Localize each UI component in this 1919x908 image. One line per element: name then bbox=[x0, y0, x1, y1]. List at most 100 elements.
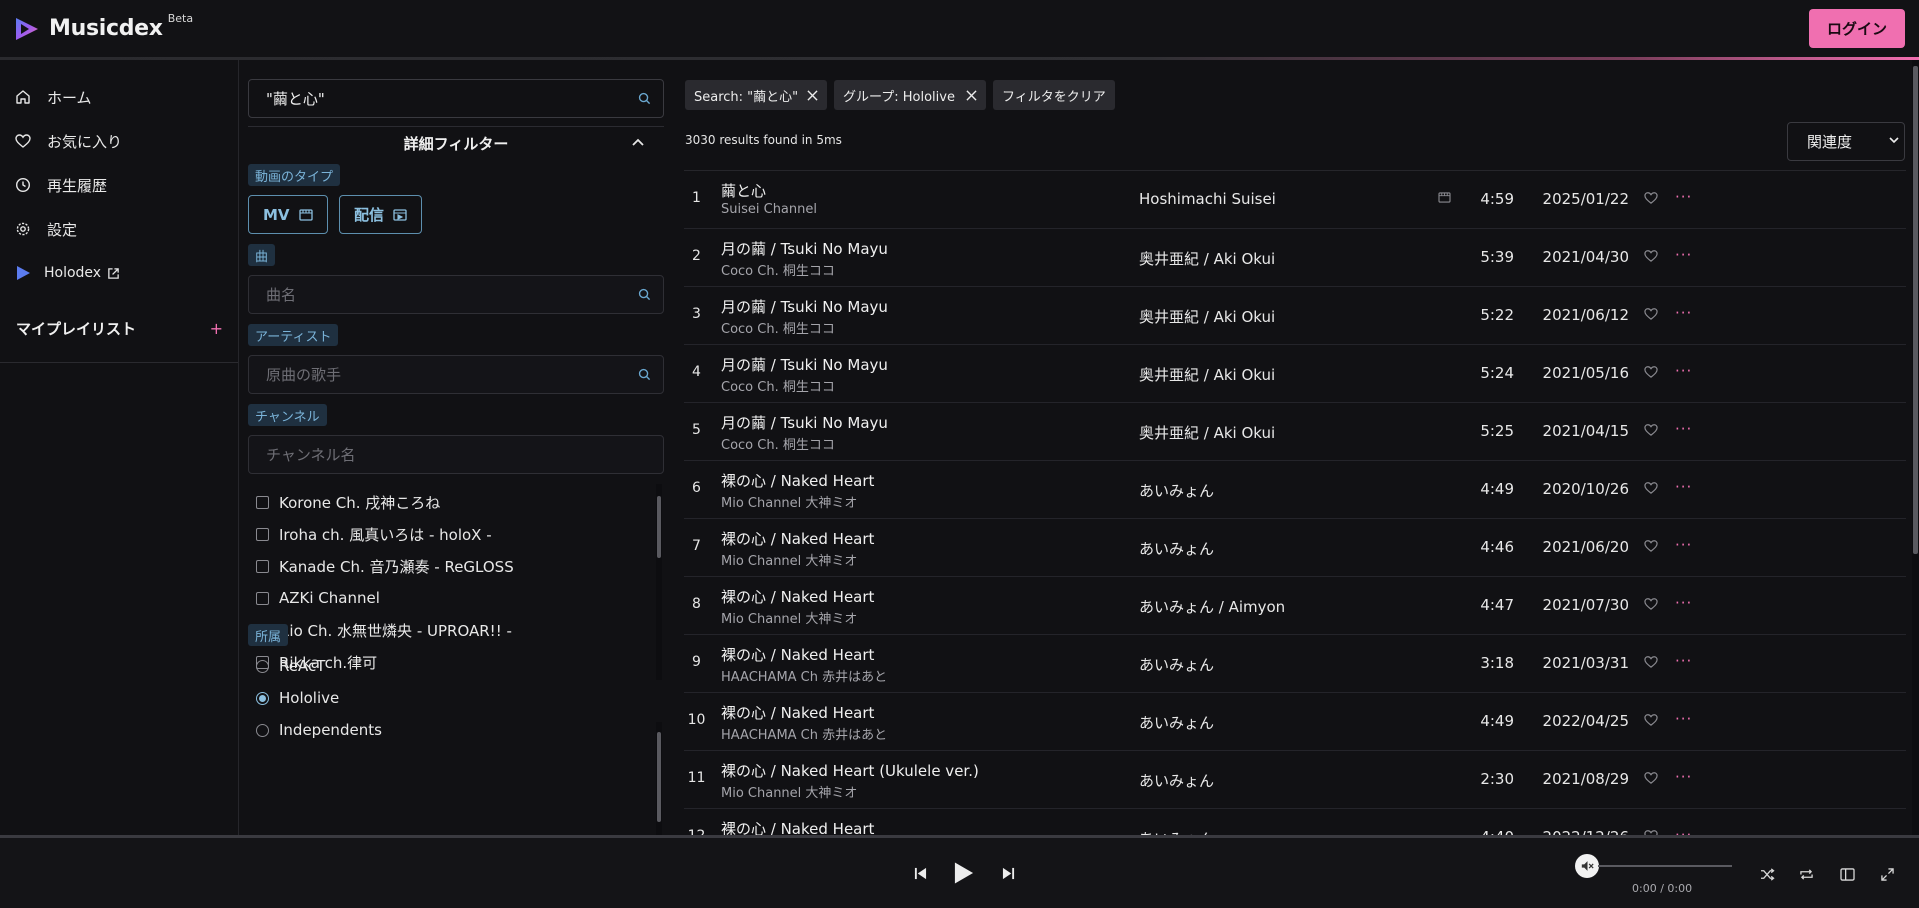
more-options-icon[interactable]: ··· bbox=[1675, 536, 1692, 554]
sort-select[interactable]: 関連度 bbox=[1787, 122, 1905, 161]
table-row[interactable]: 10 裸の心 / Naked Heart HAACHAMA Ch 赤井はあと あいみょ… bbox=[684, 693, 1906, 751]
song-artist[interactable]: あいみょん / Aimyon bbox=[1139, 596, 1285, 617]
song-artist[interactable]: あいみょん bbox=[1139, 538, 1214, 559]
volume-slider[interactable] bbox=[1598, 865, 1732, 867]
more-options-icon[interactable]: ··· bbox=[1675, 594, 1692, 612]
song-name-input[interactable]: 曲名 bbox=[248, 275, 664, 314]
heart-icon[interactable] bbox=[1644, 365, 1658, 378]
more-options-icon[interactable]: ··· bbox=[1675, 768, 1692, 786]
heart-icon[interactable] bbox=[1644, 307, 1658, 320]
heart-icon[interactable] bbox=[1644, 539, 1658, 552]
song-artist[interactable]: あいみょん bbox=[1139, 828, 1214, 835]
more-options-icon[interactable]: ··· bbox=[1675, 304, 1692, 322]
song-artist[interactable]: 奥井亜紀 / Aki Okui bbox=[1139, 364, 1275, 385]
clear-filters-button[interactable]: フィルタをクリア bbox=[993, 80, 1115, 110]
scrollbar-thumb[interactable] bbox=[657, 496, 661, 558]
shuffle-button[interactable] bbox=[1758, 865, 1776, 883]
type-mv-button[interactable]: MV bbox=[248, 195, 328, 234]
channel-name[interactable]: HAACHAMA Ch 赤井はあと bbox=[721, 724, 887, 743]
radio-button[interactable] bbox=[256, 659, 269, 673]
scrollbar-thumb[interactable] bbox=[1913, 66, 1918, 554]
song-title[interactable]: 裸の心 / Naked Heart bbox=[721, 470, 874, 491]
search-icon[interactable] bbox=[638, 288, 651, 301]
table-row[interactable]: 8 裸の心 / Naked Heart Mio Channel 大神ミオ あいみょん … bbox=[684, 577, 1906, 635]
song-title[interactable]: 裸の心 / Naked Heart (Ukulele ver.) bbox=[721, 760, 979, 781]
channel-name[interactable]: Suisei Channel bbox=[721, 202, 817, 217]
table-row[interactable]: 2 月の繭 / Tsuki No Mayu Coco Ch. 桐生ココ 奥井亜紀 / … bbox=[684, 229, 1906, 287]
channel-name[interactable]: Mio Channel 大神ミオ bbox=[721, 550, 857, 569]
channel-name[interactable]: Coco Ch. 桐生ココ bbox=[721, 260, 835, 279]
search-input[interactable]: "繭と心" bbox=[248, 79, 664, 118]
sidebar-item-favorites[interactable]: お気に入り bbox=[0, 121, 239, 161]
next-button[interactable] bbox=[1000, 865, 1016, 881]
song-title[interactable]: 裸の心 / Naked Heart bbox=[721, 644, 874, 665]
song-title[interactable]: 月の繭 / Tsuki No Mayu bbox=[721, 238, 888, 259]
song-title[interactable]: 裸の心 / Naked Heart bbox=[721, 528, 874, 549]
org-option[interactable]: Hololive bbox=[248, 682, 672, 714]
song-title[interactable]: 裸の心 / Naked Heart bbox=[721, 702, 874, 723]
advanced-filter-header[interactable]: 詳細フィルター bbox=[248, 126, 664, 160]
org-list-scrollbar[interactable] bbox=[656, 722, 662, 835]
previous-button[interactable] bbox=[912, 865, 928, 881]
channel-option[interactable]: Kanade Ch. 音乃瀬奏 - ReGLOSS bbox=[248, 550, 672, 582]
org-option[interactable]: ReAcT bbox=[248, 650, 672, 682]
table-row[interactable]: 4 月の繭 / Tsuki No Mayu Coco Ch. 桐生ココ 奥井亜紀 / … bbox=[684, 345, 1906, 403]
heart-icon[interactable] bbox=[1644, 655, 1658, 668]
heart-icon[interactable] bbox=[1644, 481, 1658, 494]
song-artist[interactable]: あいみょん bbox=[1139, 480, 1214, 501]
radio-button[interactable] bbox=[256, 723, 269, 737]
checkbox[interactable] bbox=[256, 591, 269, 605]
checkbox[interactable] bbox=[256, 527, 269, 541]
fullscreen-button[interactable] bbox=[1878, 865, 1896, 883]
checkbox[interactable] bbox=[256, 559, 269, 573]
sidebar-item-settings[interactable]: 設定 bbox=[0, 209, 239, 249]
heart-icon[interactable] bbox=[1644, 423, 1658, 436]
heart-icon[interactable] bbox=[1644, 771, 1658, 784]
checkbox[interactable] bbox=[256, 495, 269, 509]
channel-name[interactable]: Mio Channel 大神ミオ bbox=[721, 492, 857, 511]
song-title[interactable]: 裸の心 / Naked Heart bbox=[721, 586, 874, 607]
table-row[interactable]: 1 繭と心 Suisei Channel Hoshimachi Suisei 4:59 2… bbox=[684, 171, 1906, 229]
channel-name[interactable]: Mio Channel 大神ミオ bbox=[721, 608, 857, 627]
login-button[interactable]: ログイン bbox=[1809, 9, 1905, 48]
song-title[interactable]: 繭と心 bbox=[721, 180, 766, 201]
volume-button[interactable] bbox=[1575, 854, 1599, 878]
more-options-icon[interactable]: ··· bbox=[1675, 826, 1692, 835]
type-stream-button[interactable]: 配信 bbox=[339, 195, 423, 234]
org-option[interactable]: Independents bbox=[248, 714, 672, 746]
song-title[interactable]: 月の繭 / Tsuki No Mayu bbox=[721, 412, 888, 433]
app-logo[interactable]: Musicdex Beta bbox=[14, 12, 193, 41]
sidebar-item-holodex[interactable]: Holodex bbox=[0, 253, 239, 293]
song-artist[interactable]: あいみょん bbox=[1139, 654, 1214, 675]
search-icon[interactable] bbox=[638, 92, 651, 105]
song-artist[interactable]: あいみょん bbox=[1139, 770, 1214, 791]
channel-name[interactable]: Coco Ch. 桐生ココ bbox=[721, 318, 835, 337]
more-options-icon[interactable]: ··· bbox=[1675, 246, 1692, 264]
sidebar-item-home[interactable]: ホーム bbox=[0, 77, 239, 117]
heart-icon[interactable] bbox=[1644, 249, 1658, 262]
more-options-icon[interactable]: ··· bbox=[1675, 710, 1692, 728]
channel-option[interactable]: AZKi Channel bbox=[248, 582, 672, 614]
more-options-icon[interactable]: ··· bbox=[1675, 362, 1692, 380]
heart-icon[interactable] bbox=[1644, 597, 1658, 610]
queue-panel-button[interactable] bbox=[1838, 865, 1856, 883]
more-options-icon[interactable]: ··· bbox=[1675, 188, 1692, 206]
song-artist[interactable]: 奥井亜紀 / Aki Okui bbox=[1139, 422, 1275, 443]
sidebar-item-history[interactable]: 再生履歴 bbox=[0, 165, 239, 205]
channel-option[interactable]: Korone Ch. 戌神ころね bbox=[248, 486, 672, 518]
song-artist[interactable]: 奥井亜紀 / Aki Okui bbox=[1139, 306, 1275, 327]
search-icon[interactable] bbox=[638, 368, 651, 381]
table-row[interactable]: 5 月の繭 / Tsuki No Mayu Coco Ch. 桐生ココ 奥井亜紀 / … bbox=[684, 403, 1906, 461]
channel-name[interactable]: Coco Ch. 桐生ココ bbox=[721, 376, 835, 395]
radio-button-selected[interactable] bbox=[256, 691, 269, 705]
table-row[interactable]: 11 裸の心 / Naked Heart (Ukulele ver.) Mio Ch… bbox=[684, 751, 1906, 809]
artist-input[interactable]: 原曲の歌手 bbox=[248, 355, 664, 394]
chevron-up-icon[interactable] bbox=[632, 138, 644, 146]
song-title[interactable]: 月の繭 / Tsuki No Mayu bbox=[721, 296, 888, 317]
channel-name[interactable]: Coco Ch. 桐生ココ bbox=[721, 434, 835, 453]
song-artist[interactable]: あいみょん bbox=[1139, 712, 1214, 733]
table-row[interactable]: 12 裸の心 / Naked Heart あいみょん 4:40 2022/12/26 ··… bbox=[684, 809, 1906, 835]
channel-option[interactable]: Iroha ch. 風真いろは - holoX - bbox=[248, 518, 672, 550]
song-title[interactable]: 裸の心 / Naked Heart bbox=[721, 818, 874, 835]
heart-icon[interactable] bbox=[1644, 713, 1658, 726]
